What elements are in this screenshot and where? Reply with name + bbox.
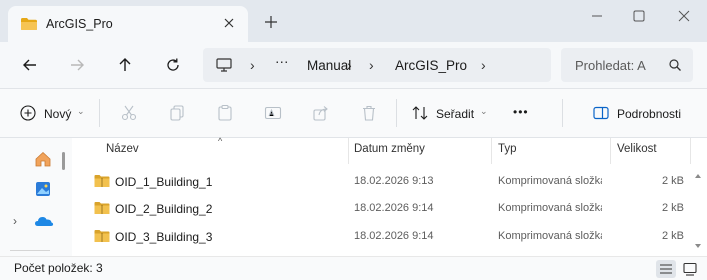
divider xyxy=(396,99,397,127)
file-type: Komprimovaná složka (zip) xyxy=(498,202,602,214)
search-icon[interactable] xyxy=(668,58,682,75)
zip-folder-icon xyxy=(94,174,110,191)
maximize-icon[interactable] xyxy=(631,8,647,24)
zip-folder-icon xyxy=(94,201,110,218)
computer-icon xyxy=(215,57,233,76)
vertical-scrollbar[interactable] xyxy=(692,168,704,254)
rename-icon[interactable] xyxy=(264,104,282,125)
details-pane-icon[interactable] xyxy=(592,104,610,125)
search-input[interactable]: Prohledat: A xyxy=(561,48,693,82)
chevron-right-icon[interactable]: › xyxy=(250,57,255,73)
nav-scrollbar[interactable] xyxy=(62,152,65,170)
breadcrumb-overflow[interactable]: ··· xyxy=(275,54,289,69)
column-separator[interactable] xyxy=(491,138,492,164)
column-separator[interactable] xyxy=(610,138,611,164)
home-icon[interactable] xyxy=(34,150,52,171)
gallery-icon[interactable] xyxy=(34,180,52,201)
column-date[interactable]: Datum změny xyxy=(354,143,425,155)
paste-icon[interactable] xyxy=(216,104,234,125)
breadcrumb-manual[interactable]: Manual xyxy=(307,58,351,73)
folder-icon xyxy=(20,17,38,34)
file-type: Komprimovaná složka (zip) xyxy=(498,175,602,187)
address-field[interactable]: › ··· › Manual › ArcGIS_Pro › xyxy=(203,48,551,82)
chevron-right-icon[interactable]: › xyxy=(369,57,374,73)
file-date: 18.02.2026 9:14 xyxy=(354,230,434,242)
column-header-row: ^ Název Datum změny Typ Velikost xyxy=(72,136,707,164)
search-placeholder: Prohledat: A xyxy=(575,58,646,73)
onedrive-icon[interactable] xyxy=(34,214,54,231)
delete-icon[interactable] xyxy=(360,104,378,125)
close-window-icon[interactable] xyxy=(676,8,692,24)
file-size: 2 kB xyxy=(661,202,684,214)
divider xyxy=(99,99,100,127)
chevron-down-icon[interactable]: ⌄ xyxy=(480,106,488,117)
file-row[interactable]: OID_2_Building_2 18.02.2026 9:14 Komprim… xyxy=(88,194,688,220)
minimize-icon[interactable] xyxy=(589,8,605,24)
close-icon[interactable] xyxy=(221,15,237,31)
chevron-right-icon[interactable]: › xyxy=(481,57,486,73)
zip-folder-icon xyxy=(94,229,110,246)
refresh-icon[interactable] xyxy=(163,55,183,75)
tab-arcgis-pro[interactable]: ArcGIS_Pro xyxy=(8,6,248,42)
file-name: OID_3_Building_3 xyxy=(115,230,213,244)
file-type: Komprimovaná složka (zip) xyxy=(498,230,602,242)
more-options-button[interactable]: ••• xyxy=(513,105,529,119)
sort-icon[interactable] xyxy=(411,104,429,125)
tab-title: ArcGIS_Pro xyxy=(46,17,113,31)
file-date: 18.02.2026 9:14 xyxy=(354,202,434,214)
file-row[interactable]: OID_3_Building_3 18.02.2026 9:14 Komprim… xyxy=(88,222,688,248)
file-date: 18.02.2026 9:13 xyxy=(354,175,434,187)
address-bar-row: › ··· › Manual › ArcGIS_Pro › Prohledat:… xyxy=(0,42,707,88)
divider xyxy=(10,250,50,251)
details-view-icon[interactable] xyxy=(656,260,676,278)
column-name[interactable]: Název xyxy=(106,143,139,155)
chevron-down-icon[interactable]: ⌄ xyxy=(77,106,85,117)
column-separator[interactable] xyxy=(690,138,691,164)
tiles-view-icon[interactable] xyxy=(680,260,700,278)
column-size[interactable]: Velikost xyxy=(617,143,657,155)
file-size: 2 kB xyxy=(661,175,684,187)
navigation-pane: › xyxy=(0,138,72,256)
cut-icon[interactable] xyxy=(120,104,138,125)
back-arrow-icon[interactable] xyxy=(20,55,40,75)
chevron-right-icon[interactable]: › xyxy=(13,214,17,228)
up-arrow-icon[interactable] xyxy=(115,55,135,75)
file-size: 2 kB xyxy=(661,230,684,242)
title-bar: ArcGIS_Pro xyxy=(0,0,707,42)
forward-arrow-icon[interactable] xyxy=(67,55,87,75)
share-icon[interactable] xyxy=(312,104,330,125)
new-plus-icon[interactable] xyxy=(19,104,37,125)
column-type[interactable]: Typ xyxy=(498,143,517,155)
sort-ascending-icon: ^ xyxy=(218,136,223,146)
file-list: ^ Název Datum změny Typ Velikost OID_1_B… xyxy=(72,136,707,256)
content-area: › ^ Název Datum změny Typ Velikost OID_1… xyxy=(0,136,707,256)
breadcrumb-arcgis-pro[interactable]: ArcGIS_Pro xyxy=(395,58,467,73)
file-row[interactable]: OID_1_Building_1 18.02.2026 9:13 Komprim… xyxy=(88,167,688,193)
file-name: OID_2_Building_2 xyxy=(115,202,213,216)
plus-icon[interactable] xyxy=(263,14,279,30)
column-separator[interactable] xyxy=(348,138,349,164)
copy-icon[interactable] xyxy=(168,104,186,125)
sort-button[interactable]: Seřadit xyxy=(436,107,474,121)
new-button[interactable]: Nový xyxy=(44,107,71,121)
divider xyxy=(562,99,563,127)
command-bar: Nový ⌄ Seřadit ⌄ ••• Podrobnosti xyxy=(0,88,707,138)
file-name: OID_1_Building_1 xyxy=(115,175,213,189)
item-count: Počet položek: 3 xyxy=(14,261,103,275)
status-bar: Počet položek: 3 xyxy=(0,256,707,280)
details-button[interactable]: Podrobnosti xyxy=(617,107,681,121)
